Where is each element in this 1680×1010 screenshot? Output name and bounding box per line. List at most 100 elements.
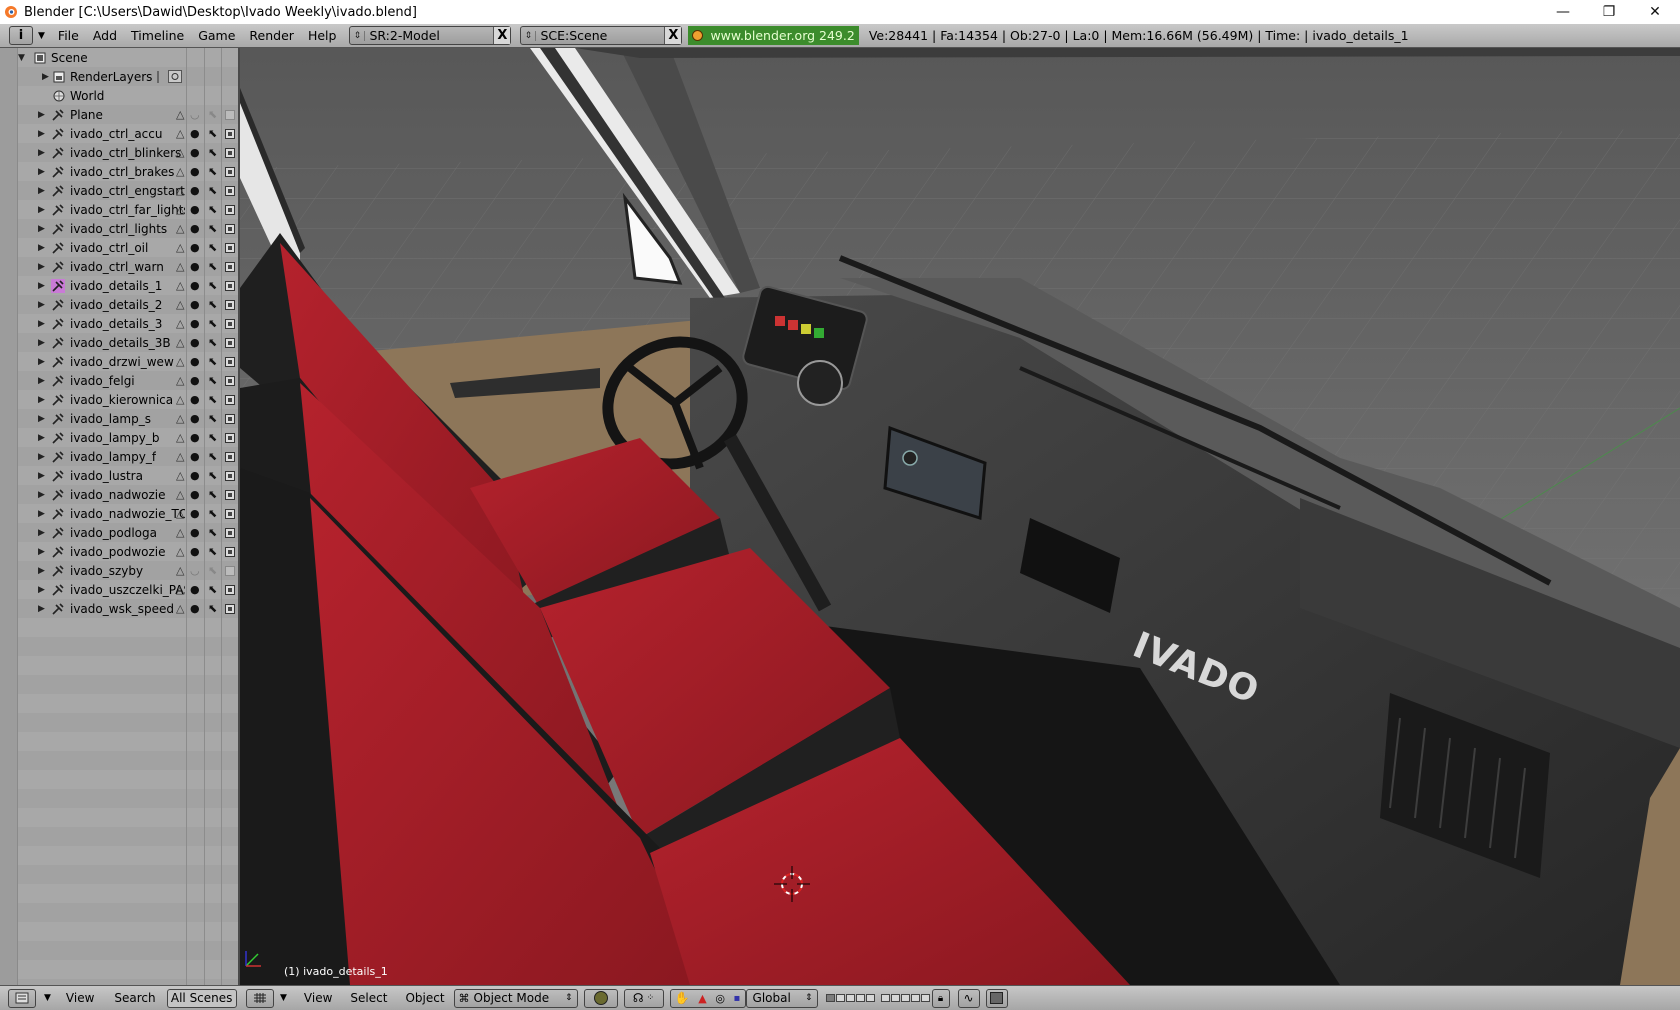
screen-name[interactable]: SR:2-Model <box>365 28 493 43</box>
screen-browse-arrows-icon[interactable]: ⇕ <box>350 30 366 41</box>
renderable-icon[interactable] <box>225 584 235 595</box>
expand-triangle-icon[interactable]: ▶ <box>38 471 45 481</box>
world-label[interactable]: World <box>70 89 104 103</box>
selectable-cursor-icon[interactable]: ⬉ <box>208 412 217 425</box>
visibility-eye-icon[interactable]: ● <box>190 260 200 273</box>
renderable-icon[interactable] <box>225 546 235 557</box>
selectable-cursor-icon[interactable]: ⬉ <box>208 526 217 539</box>
object-name[interactable]: ivado_ctrl_far_lights <box>70 203 185 217</box>
visibility-eye-icon[interactable]: ● <box>190 450 200 463</box>
selectable-cursor-icon[interactable]: ⬉ <box>208 298 217 311</box>
outliner-panel[interactable]: ▼ Scene ▶ RenderLayers World ▶ Plane △ ◡ ⬉ ▶ i… <box>0 48 240 985</box>
selectable-cursor-icon[interactable]: ⬉ <box>208 184 217 197</box>
outliner-renderlayers-row[interactable]: ▶ RenderLayers <box>0 67 238 86</box>
selectable-cursor-icon[interactable]: ⬉ <box>208 146 217 159</box>
expand-triangle-icon[interactable]: ▶ <box>38 281 45 291</box>
selectable-cursor-icon[interactable]: ⬉ <box>208 108 217 121</box>
renderlayers-label[interactable]: RenderLayers <box>70 70 152 84</box>
expand-triangle-icon[interactable]: ▶ <box>38 433 45 443</box>
renderable-icon[interactable] <box>225 337 235 348</box>
expand-triangle-icon[interactable]: ▶ <box>38 205 45 215</box>
outliner-object-row[interactable]: ▶ ivado_ctrl_warn △ ● ⬉ <box>0 257 238 276</box>
renderable-icon[interactable] <box>225 375 235 386</box>
selectable-cursor-icon[interactable]: ⬉ <box>208 222 217 235</box>
object-name[interactable]: ivado_wsk_speed <box>70 602 174 616</box>
scale-icon[interactable]: ▪ <box>733 993 740 1004</box>
visibility-eye-icon[interactable]: ● <box>190 279 200 292</box>
outliner-object-row[interactable]: ▶ ivado_lamp_s △ ● ⬉ <box>0 409 238 428</box>
outliner-object-row[interactable]: ▶ ivado_nadwozie_TO △ ● ⬉ <box>0 504 238 523</box>
selectable-cursor-icon[interactable]: ⬉ <box>208 241 217 254</box>
renderable-icon[interactable] <box>225 470 235 481</box>
object-name[interactable]: ivado_ctrl_warn <box>70 260 164 274</box>
selectable-cursor-icon[interactable]: ⬉ <box>208 279 217 292</box>
manipulator-hand-icon[interactable]: ✋ <box>675 991 690 1005</box>
visibility-eye-icon[interactable]: ● <box>190 298 200 311</box>
expand-triangle-icon[interactable]: ▶ <box>38 110 45 120</box>
renderable-icon[interactable] <box>225 413 235 424</box>
object-name[interactable]: ivado_details_3 <box>70 317 162 331</box>
object-name[interactable]: ivado_details_1 <box>70 279 162 293</box>
expand-triangle-icon[interactable]: ▶ <box>38 357 45 367</box>
outliner-world-row[interactable]: World <box>0 86 238 105</box>
editor-type-button[interactable]: i <box>9 26 33 45</box>
selectable-cursor-icon[interactable]: ⬉ <box>208 260 217 273</box>
visibility-eye-icon[interactable]: ● <box>190 184 200 197</box>
outliner-object-row[interactable]: ▶ ivado_podloga △ ● ⬉ <box>0 523 238 542</box>
object-name[interactable]: ivado_details_3B <box>70 336 171 350</box>
object-name[interactable]: ivado_ctrl_accu <box>70 127 162 141</box>
outliner-scope-selector[interactable]: All Scenes <box>166 988 237 1008</box>
renderable-icon[interactable] <box>225 223 235 234</box>
renderable-icon[interactable] <box>225 128 235 139</box>
outliner-object-row[interactable]: ▶ ivado_podwozie △ ● ⬉ <box>0 542 238 561</box>
object-name[interactable]: ivado_podwozie <box>70 545 166 559</box>
scene-selector[interactable]: ⇕ SCE:Scene X <box>520 26 683 45</box>
outliner-object-row[interactable]: ▶ ivado_ctrl_brakes △ ● ⬉ <box>0 162 238 181</box>
blender-version-text[interactable]: www.blender.org 249.2 <box>710 28 854 43</box>
visibility-eye-icon[interactable]: ● <box>190 165 200 178</box>
visibility-eye-icon[interactable]: ● <box>190 374 200 387</box>
minimize-button[interactable]: — <box>1540 0 1586 24</box>
selectable-cursor-icon[interactable]: ⬉ <box>208 317 217 330</box>
visibility-eye-icon[interactable]: ● <box>190 393 200 406</box>
pivot-selector[interactable]: ☊ ⁘ <box>623 988 664 1008</box>
outliner-object-row[interactable]: ▶ ivado_nadwozie △ ● ⬉ <box>0 485 238 504</box>
object-name[interactable]: ivado_drzwi_wew <box>70 355 174 369</box>
renderable-icon[interactable] <box>225 489 235 500</box>
rotate-icon[interactable]: ◎ <box>715 992 725 1005</box>
outliner-object-row[interactable]: ▶ ivado_ctrl_accu △ ● ⬉ <box>0 124 238 143</box>
object-name[interactable]: ivado_nadwozie <box>70 488 166 502</box>
outliner-object-row[interactable]: ▶ ivado_kierownica △ ● ⬉ <box>0 390 238 409</box>
visibility-eye-icon[interactable]: ● <box>190 602 200 615</box>
expand-triangle-icon[interactable]: ▶ <box>38 319 45 329</box>
outliner-object-row[interactable]: ▶ ivado_wsk_speed △ ● ⬉ <box>0 599 238 618</box>
mode-selector[interactable]: ⌘ Object Mode ⇕ <box>453 988 578 1008</box>
selectable-cursor-icon[interactable]: ⬉ <box>208 450 217 463</box>
visibility-eye-icon[interactable]: ◡ <box>190 564 200 577</box>
renderable-icon[interactable] <box>225 603 235 614</box>
snap-button[interactable]: ∿ <box>957 988 980 1008</box>
expand-triangle-icon[interactable]: ▶ <box>38 566 45 576</box>
selectable-cursor-icon[interactable]: ⬉ <box>208 488 217 501</box>
visibility-eye-icon[interactable]: ● <box>190 146 200 159</box>
header-collapse-icon[interactable]: ▼ <box>38 31 45 41</box>
renderable-icon[interactable] <box>225 109 235 120</box>
outliner-object-row[interactable]: ▶ ivado_ctrl_lights △ ● ⬉ <box>0 219 238 238</box>
outliner-object-row[interactable]: ▶ ivado_details_3B △ ● ⬉ <box>0 333 238 352</box>
mode-label[interactable]: Object Mode <box>474 991 550 1005</box>
header-collapse-icon[interactable]: ▼ <box>280 993 287 1003</box>
outliner-object-row[interactable]: ▶ ivado_felgi △ ● ⬉ <box>0 371 238 390</box>
menu-add[interactable]: Add <box>86 28 124 43</box>
visibility-eye-icon[interactable]: ● <box>190 241 200 254</box>
screen-delete-button[interactable]: X <box>493 27 511 44</box>
expand-triangle-icon[interactable]: ▶ <box>38 414 45 424</box>
scene-delete-button[interactable]: X <box>664 27 682 44</box>
selectable-cursor-icon[interactable]: ⬉ <box>208 507 217 520</box>
outliner-object-row[interactable]: ▶ ivado_lustra △ ● ⬉ <box>0 466 238 485</box>
visibility-eye-icon[interactable]: ● <box>190 488 200 501</box>
selectable-cursor-icon[interactable]: ⬉ <box>208 203 217 216</box>
renderable-icon[interactable] <box>225 451 235 462</box>
selectable-cursor-icon[interactable]: ⬉ <box>208 355 217 368</box>
visibility-eye-icon[interactable]: ● <box>190 583 200 596</box>
menu-help[interactable]: Help <box>301 28 344 43</box>
